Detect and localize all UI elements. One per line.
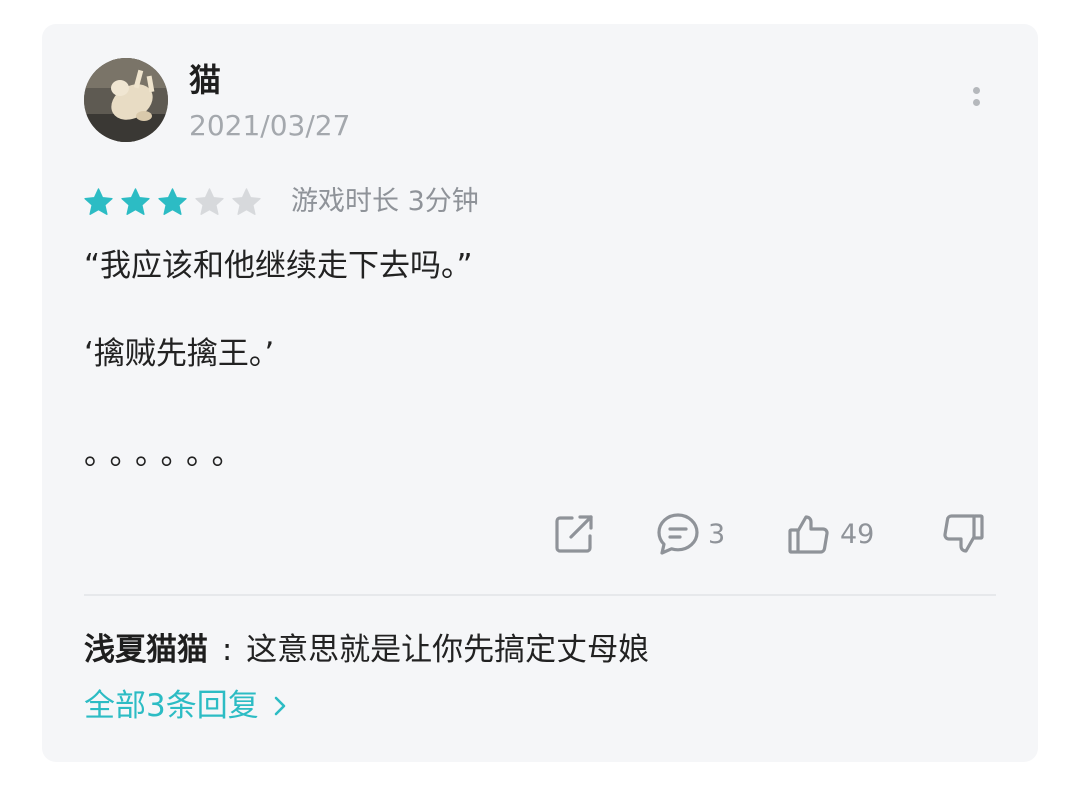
all-replies-label: 全部3条回复 xyxy=(84,688,259,724)
rating-row: 游戏时长 3分钟 xyxy=(82,182,479,222)
playtime-label: 游戏时长 3分钟 xyxy=(291,186,479,217)
avatar[interactable] xyxy=(84,58,168,142)
star-filled-icon xyxy=(84,187,113,215)
comment-button[interactable]: 3 xyxy=(654,506,725,562)
star-rating xyxy=(82,186,263,219)
thumbs-up-icon xyxy=(788,515,829,554)
thumbs-down-icon xyxy=(943,514,984,553)
comment-count: 3 xyxy=(708,518,726,550)
like-count: 49 xyxy=(840,518,875,550)
more-options-button[interactable] xyxy=(962,82,990,122)
share-button[interactable] xyxy=(550,506,598,562)
more-dot-icon xyxy=(972,99,980,106)
dislike-button[interactable] xyxy=(938,506,986,562)
reply-author[interactable]: 浅夏猫猫 xyxy=(84,632,208,668)
review-paragraph: 。。。。。。 xyxy=(84,436,253,472)
star-empty-icon xyxy=(232,187,261,215)
reply-text: 这意思就是让你先搞定丈母娘 xyxy=(246,632,650,668)
more-dot-icon xyxy=(972,87,980,94)
share-icon xyxy=(555,515,593,553)
like-button[interactable]: 49 xyxy=(786,506,874,562)
star-filled-icon xyxy=(158,187,187,215)
comment-icon xyxy=(657,513,699,555)
all-replies-link[interactable]: 全部3条回复 xyxy=(84,684,291,728)
review-paragraph: “我应该和他继续走下去吗。” xyxy=(84,248,473,284)
star-empty-icon xyxy=(195,187,224,215)
post-date: 2021/03/27 xyxy=(189,109,351,142)
review-card: 猫 2021/03/27 游戏时长 3分钟 “我应该和他继续走下去吗。” ‘擒贼… xyxy=(42,24,1038,762)
cat-photo-icon xyxy=(84,58,168,142)
action-bar: 3 49 xyxy=(42,506,1038,562)
chevron-right-icon xyxy=(274,696,286,716)
star-filled-icon xyxy=(121,187,150,215)
divider xyxy=(84,594,996,596)
reply-separator: : xyxy=(221,632,233,668)
reply-preview[interactable]: 浅夏猫猫 : 这意思就是让你先搞定丈母娘 xyxy=(84,628,649,672)
review-paragraph: ‘擒贼先擒王。’ xyxy=(84,336,275,372)
username[interactable]: 猫 xyxy=(189,60,221,100)
